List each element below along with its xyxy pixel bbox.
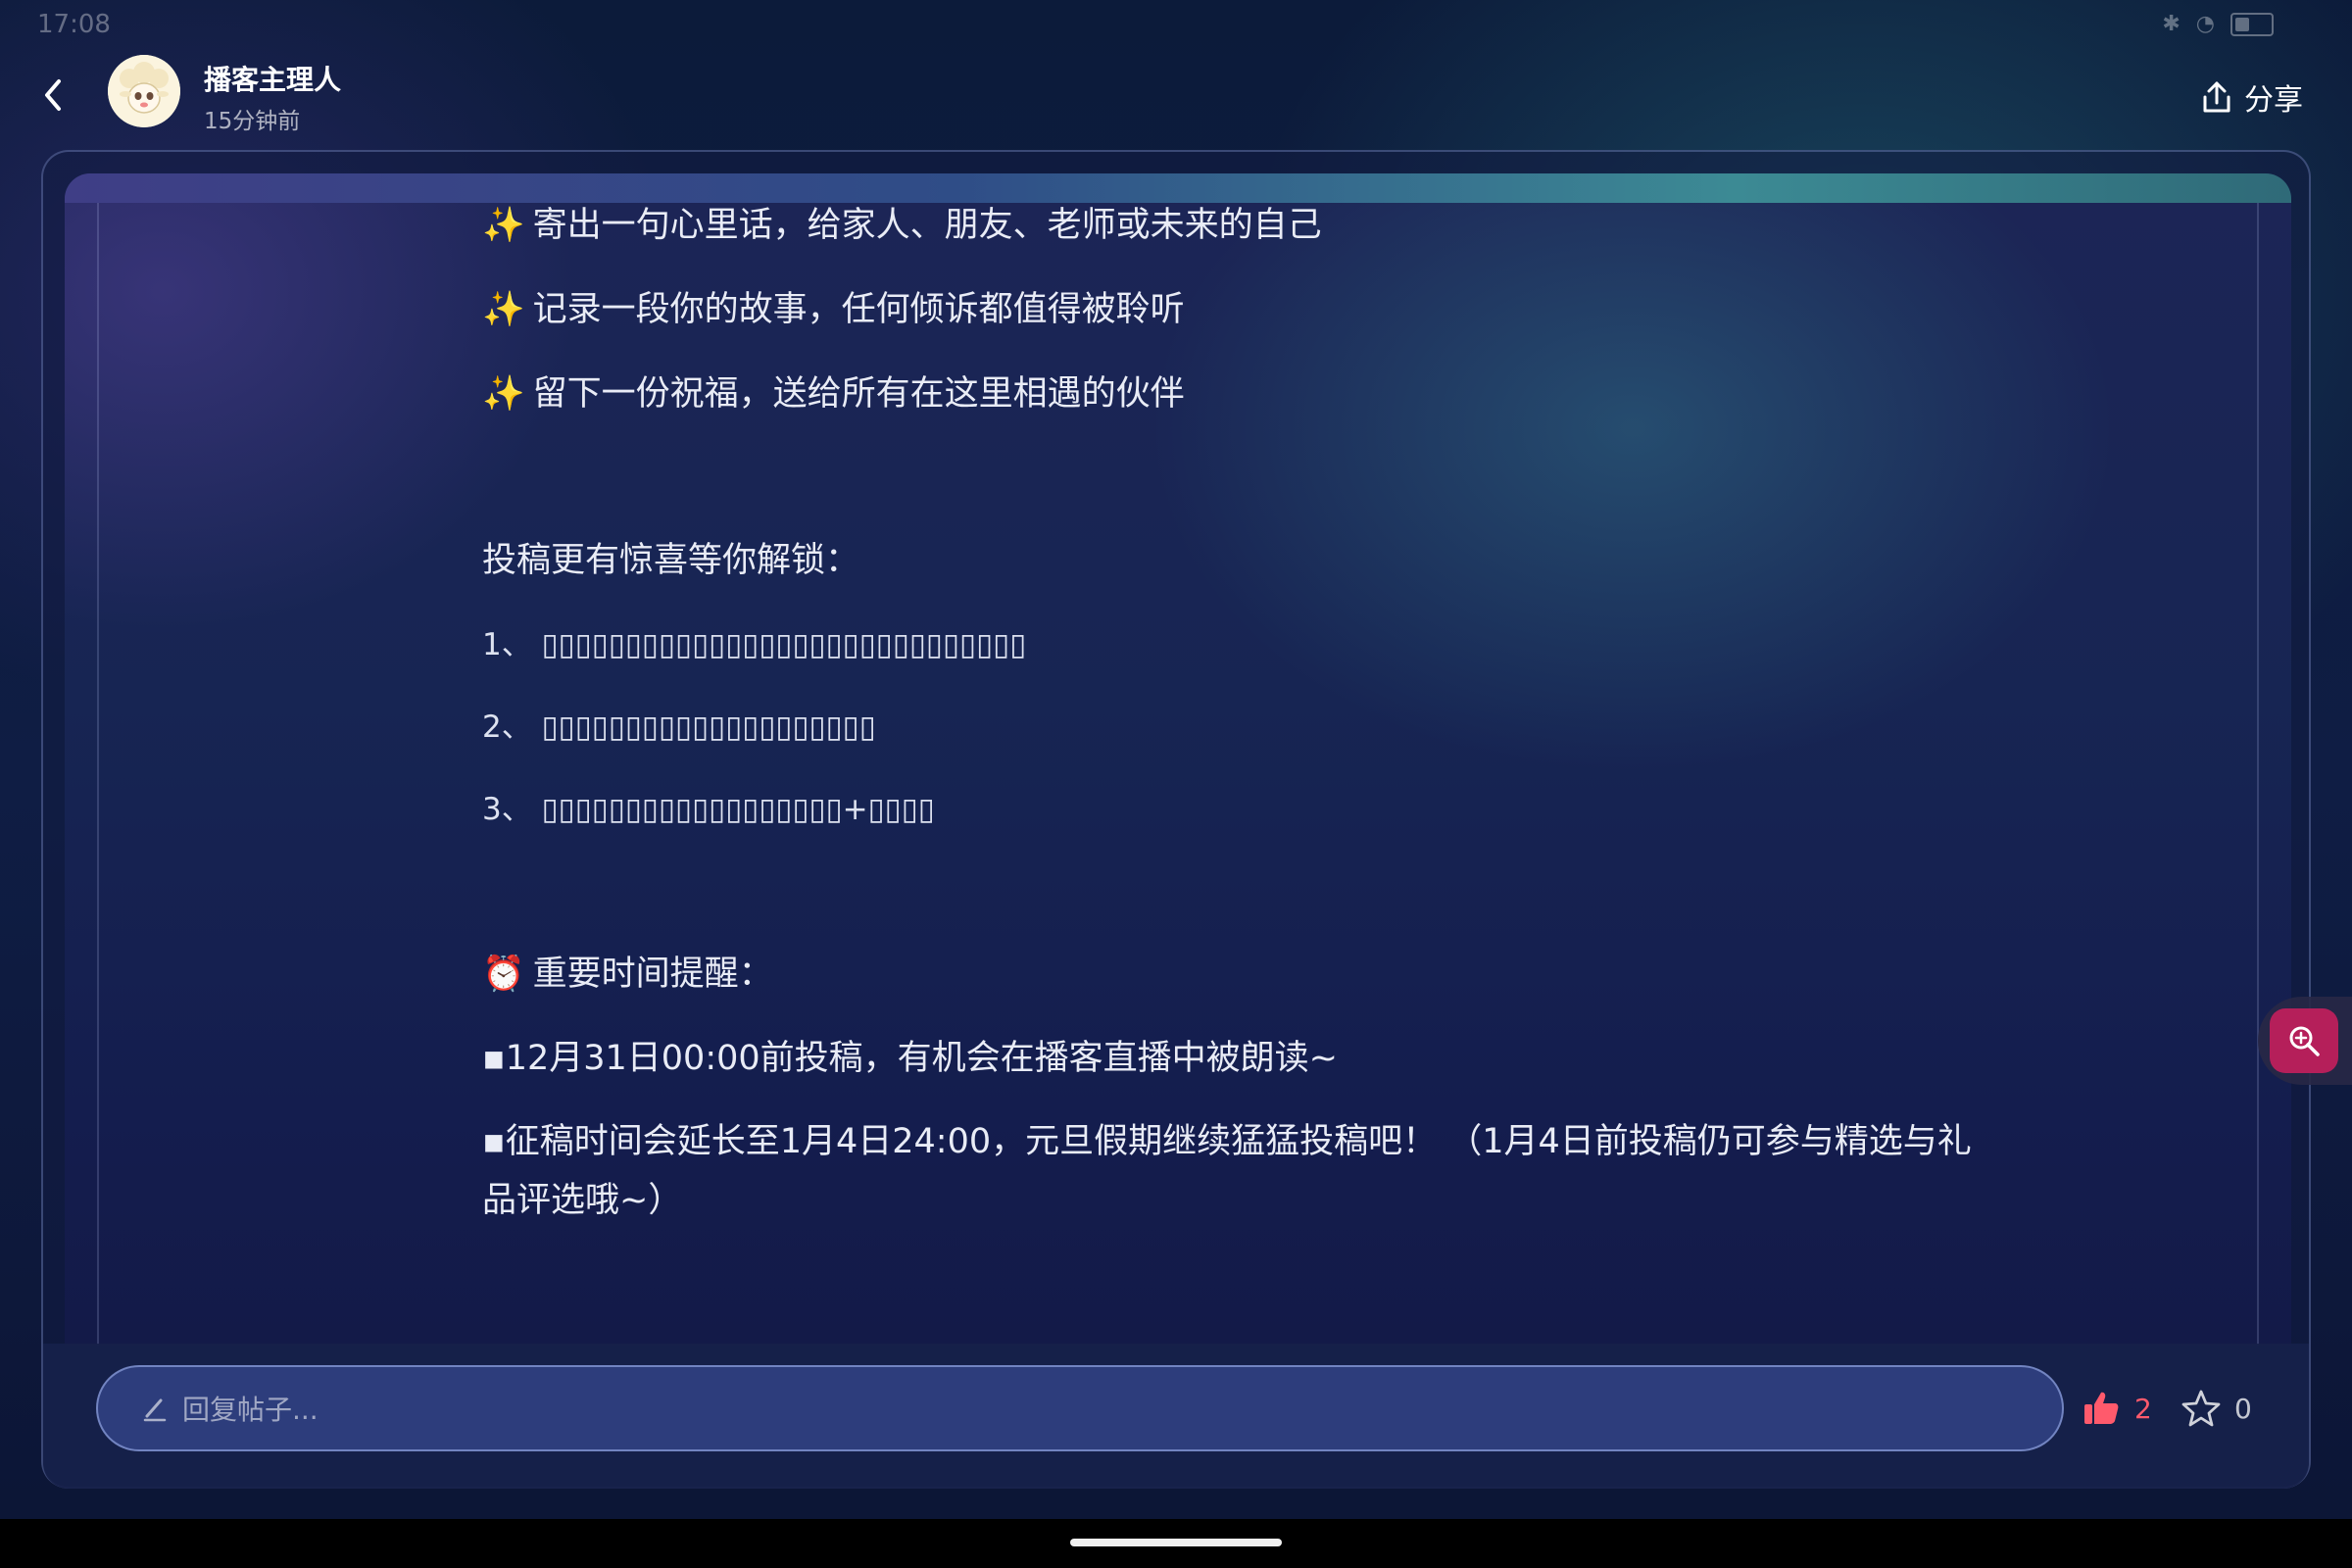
time-item: ▪征稿时间会延长至1月4日24:00，元旦假期继续猛猛投稿吧！ （1月4日前投稿… [482, 1122, 1972, 1220]
status-icons: ✱ ◔ [2162, 12, 2274, 36]
share-label: 分享 [2244, 83, 2303, 118]
zoom-button-inner [2270, 1008, 2338, 1073]
navigation-bar [0, 1519, 2352, 1568]
sparkles-icon: ✨ [482, 206, 525, 245]
unlock-item: 3、 ▯▯▯▯▯▯▯▯▯▯▯▯▯▯▯▯▯▯+▯▯▯▯ [482, 792, 935, 827]
unlock-heading: 投稿更有惊喜等你解锁： [482, 541, 860, 580]
zoom-button[interactable] [2258, 997, 2352, 1085]
post-line: ✨ 记录一段你的故事，任何倾诉都值得被聆听 [482, 290, 1185, 329]
unlock-item: 1、 ▯▯▯▯▯▯▯▯▯▯▯▯▯▯▯▯▯▯▯▯▯▯▯▯▯▯▯▯▯ [482, 627, 1027, 662]
time-heading: ⏰ 重要时间提醒： [482, 955, 773, 994]
sheep-avatar-icon [108, 55, 180, 127]
pencil-icon [143, 1398, 167, 1422]
reply-bar: 回复帖子... 2 0 [43, 1344, 2309, 1489]
back-button[interactable] [29, 71, 78, 120]
top-bar: 播客主理人 15分钟前 分享 [0, 49, 2352, 147]
post-line: ✨ 留下一份祝福，送给所有在这里相遇的伙伴 [482, 374, 1185, 414]
post-detail-screen: 17:08 ✱ ◔ 播客主理人 15分钟前 分享 ✨ 寄出一句心里话，给家人、朋… [0, 0, 2352, 1568]
share-icon [2203, 81, 2230, 113]
favorite-count: 0 [2234, 1392, 2252, 1425]
like-button[interactable]: 2 [2082, 1383, 2152, 1434]
post-line: ✨ 寄出一句心里话，给家人、朋友、老师或未来的自己 [482, 206, 1322, 245]
author-name[interactable]: 播客主理人 [204, 59, 341, 98]
reply-input[interactable]: 回复帖子... [96, 1365, 2064, 1451]
post-card: ✨ 寄出一句心里话，给家人、朋友、老师或未来的自己 ✨ 记录一段你的故事，任何倾诉都… [41, 150, 2311, 1489]
chevron-left-icon [45, 79, 61, 111]
zoom-in-icon [2289, 1026, 2320, 1056]
like-count: 2 [2134, 1392, 2152, 1425]
sparkles-icon: ✨ [482, 374, 525, 414]
battery-icon [2230, 12, 2274, 36]
post-body[interactable]: ✨ 寄出一句心里话，给家人、朋友、老师或未来的自己 ✨ 记录一段你的故事，任何倾诉都… [65, 173, 2291, 1346]
status-time: 17:08 [37, 10, 111, 39]
home-indicator[interactable] [1070, 1539, 1282, 1546]
sparkles-icon: ✨ [482, 290, 525, 329]
bluetooth-icon: ✱ [2162, 12, 2180, 36]
share-button[interactable]: 分享 [2201, 74, 2303, 120]
time-item: ▪12月31日00:00前投稿，有机会在播客直播中被朗读~ [482, 1039, 1338, 1078]
reply-placeholder: 回复帖子... [182, 1394, 318, 1426]
post-time: 15分钟前 [204, 109, 301, 134]
avatar[interactable] [108, 55, 180, 127]
wifi-icon: ◔ [2195, 12, 2215, 36]
status-bar: 17:08 ✱ ◔ [0, 0, 2352, 49]
favorite-button[interactable]: 0 [2181, 1383, 2252, 1434]
thumbs-up-icon [2084, 1392, 2119, 1424]
alarm-clock-icon: ⏰ [482, 955, 525, 994]
star-icon [2181, 1390, 2221, 1427]
unlock-item: 2、 ▯▯▯▯▯▯▯▯▯▯▯▯▯▯▯▯▯▯▯▯ [482, 710, 876, 745]
